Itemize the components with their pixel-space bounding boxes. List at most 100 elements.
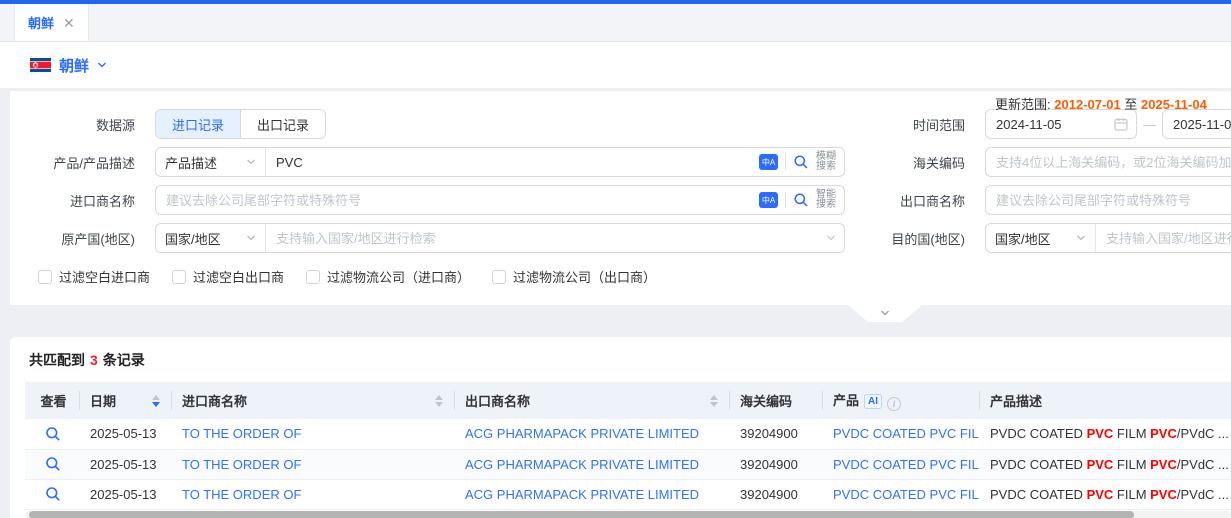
collapse-search-button[interactable]	[848, 305, 922, 322]
cell-product-link[interactable]: PVDC COATED PVC FIL...	[833, 457, 980, 472]
origin-country-select[interactable]: 国家/地区	[156, 224, 266, 252]
cell-product-link[interactable]: PVDC COATED PVC FIL...	[833, 426, 980, 441]
col-header-exporter: 出口商名称	[455, 382, 730, 419]
sort-exporter-control[interactable]	[710, 395, 718, 407]
fuzzy-search-mode-label[interactable]: 模糊 搜索	[816, 152, 836, 172]
horizontal-scrollbar[interactable]	[25, 511, 1231, 518]
date-range-separator: —	[1143, 117, 1156, 132]
dest-country-input[interactable]	[1096, 224, 1231, 252]
view-record-button[interactable]	[25, 419, 80, 449]
fuzzy-search-icon[interactable]	[793, 154, 809, 170]
sort-date-control[interactable]	[152, 395, 160, 407]
filter-label: 过滤空白出口商	[193, 267, 284, 286]
sort-importer-control[interactable]	[435, 395, 443, 407]
checkbox-icon[interactable]	[492, 270, 506, 284]
origin-country-group: 国家/地区	[155, 223, 845, 253]
view-magnifier-icon[interactable]	[45, 456, 61, 472]
cell-description: PVDC COATED PVC FILM PVC/PVdC ...	[980, 419, 1231, 449]
col-header-importer: 进口商名称	[172, 382, 455, 419]
product-input[interactable]	[266, 148, 759, 176]
summary-suffix: 条记录	[103, 352, 145, 368]
import-records-button[interactable]: 进口记录	[156, 110, 240, 138]
view-record-button[interactable]	[25, 479, 80, 509]
chevron-down-icon	[246, 233, 256, 243]
filter-checkbox-2[interactable]: 过滤物流公司（进口商）	[306, 267, 470, 286]
table-row: 2025-05-13 TO THE ORDER OF ACG PHARMAPACK …	[25, 479, 1231, 509]
cell-exporter-link[interactable]: ACG PHARMAPACK PRIVATE LIMITED	[465, 457, 699, 472]
view-magnifier-icon[interactable]	[45, 486, 61, 502]
checkbox-icon[interactable]	[306, 270, 320, 284]
search-form: 更新范围: 2012-07-01 至 2025-11-04 数据源 进口记录 出…	[10, 91, 1231, 305]
smart-search-mode-label[interactable]: 智能 搜索	[816, 190, 836, 210]
update-range: 更新范围: 2012-07-01 至 2025-11-04	[995, 94, 1207, 113]
hs-code-input[interactable]	[985, 147, 1231, 177]
col-header-product: 产品AIi	[823, 382, 980, 419]
update-range-to: 2025-11-04	[1141, 97, 1207, 112]
info-icon[interactable]: i	[887, 397, 901, 411]
cell-importer-link[interactable]: TO THE ORDER OF	[182, 457, 301, 472]
col-header-view: 查看	[25, 382, 80, 419]
filter-checkbox-1[interactable]: 过滤空白出口商	[172, 267, 284, 286]
filter-label: 过滤物流公司（出口商）	[513, 267, 656, 286]
chevron-down-icon[interactable]	[97, 60, 107, 70]
cell-importer: TO THE ORDER OF	[172, 479, 455, 509]
divider	[785, 192, 786, 208]
chevron-down-icon	[826, 233, 836, 243]
product-field-select[interactable]: 产品描述	[156, 148, 266, 176]
filter-label: 过滤空白进口商	[59, 267, 150, 286]
tab-bar: 朝鲜 ✕	[0, 4, 1231, 42]
view-magnifier-icon[interactable]	[45, 426, 61, 442]
cell-importer-link[interactable]: TO THE ORDER OF	[182, 426, 301, 441]
col-header-description: 产品描述	[980, 382, 1231, 419]
cell-product-link[interactable]: PVDC COATED PVC FIL...	[833, 487, 980, 502]
cell-importer: TO THE ORDER OF	[172, 419, 455, 449]
product-label: 产品/产品描述	[10, 153, 145, 172]
date-from-value: 2024-11-05	[996, 117, 1108, 132]
checkbox-icon[interactable]	[38, 270, 52, 284]
table-row: 2025-05-13TO THE ORDER OFACG PHARMAPACK …	[25, 449, 1231, 479]
results-summary: 共匹配到3条记录	[29, 350, 1231, 370]
origin-country-input[interactable]	[266, 224, 826, 252]
cell-product: PVDC COATED PVC FIL...	[823, 479, 980, 509]
date-to-value: 2025-11-04	[1173, 117, 1231, 132]
checkbox-icon[interactable]	[172, 270, 186, 284]
filter-checkboxes: 过滤空白进口商 过滤空白出口商 过滤物流公司（进口商） 过滤物流公司（出口商）	[38, 267, 1231, 286]
dest-country-label: 目的国(地区)	[845, 229, 975, 248]
cell-hscode: 39204900	[730, 449, 823, 479]
exporter-input[interactable]	[985, 185, 1231, 215]
data-source-segmented: 进口记录 出口记录	[155, 109, 326, 139]
cell-exporter-link[interactable]: ACG PHARMAPACK PRIVATE LIMITED	[465, 487, 699, 502]
dest-country-select[interactable]: 国家/地区	[986, 224, 1096, 252]
export-records-button[interactable]: 出口记录	[240, 110, 325, 138]
importer-input-group: 中A 智能 搜索	[155, 185, 845, 215]
results-table: 查看 日期 进口商名称 出口商名称 海关编码 产品AIi 产品描述	[25, 382, 1231, 510]
translate-icon[interactable]: 中A	[759, 154, 778, 170]
cell-hscode: 39204900	[730, 419, 823, 449]
date-to-input[interactable]: 2025-11-04	[1162, 109, 1231, 139]
origin-country-label: 原产国(地区)	[10, 229, 145, 248]
smart-search-icon[interactable]	[793, 192, 809, 208]
cell-exporter-link[interactable]: ACG PHARMAPACK PRIVATE LIMITED	[465, 426, 699, 441]
view-record-button[interactable]	[25, 449, 80, 479]
filter-checkbox-0[interactable]: 过滤空白进口商	[38, 267, 150, 286]
cell-date: 2025-05-13	[80, 479, 172, 509]
importer-label: 进口商名称	[10, 191, 145, 210]
cell-exporter: ACG PHARMAPACK PRIVATE LIMITED	[455, 449, 730, 479]
close-icon[interactable]: ✕	[63, 16, 75, 30]
translate-icon[interactable]: 中A	[759, 192, 778, 208]
cell-exporter: ACG PHARMAPACK PRIVATE LIMITED	[455, 419, 730, 449]
col-header-date: 日期	[80, 382, 172, 419]
importer-input[interactable]	[156, 186, 759, 214]
page-header: 朝鲜	[0, 42, 1231, 88]
tab-north-korea[interactable]: 朝鲜 ✕	[14, 4, 89, 41]
product-input-group: 产品描述 中A 模糊 搜索	[155, 147, 845, 177]
cell-importer: TO THE ORDER OF	[172, 449, 455, 479]
origin-country-select-value: 国家/地区	[165, 229, 221, 248]
divider	[785, 154, 786, 170]
scrollbar-thumb[interactable]	[29, 511, 1134, 518]
cell-importer-link[interactable]: TO THE ORDER OF	[182, 487, 301, 502]
update-range-to-word: 至	[1124, 97, 1137, 112]
date-from-input[interactable]: 2024-11-05	[985, 109, 1137, 139]
update-range-from: 2012-07-01	[1054, 97, 1121, 112]
filter-checkbox-3[interactable]: 过滤物流公司（出口商）	[492, 267, 656, 286]
